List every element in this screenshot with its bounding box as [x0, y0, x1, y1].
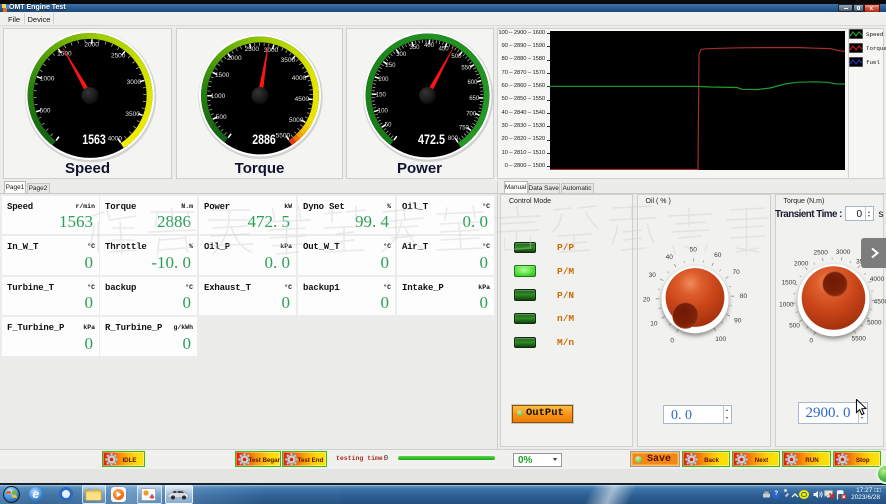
- svg-text:3000: 3000: [835, 249, 850, 256]
- svg-text:500: 500: [789, 323, 800, 330]
- svg-text:10: 10: [650, 321, 658, 328]
- svg-text:2000: 2000: [793, 261, 808, 268]
- svg-text:1000: 1000: [779, 302, 794, 309]
- svg-text:3000: 3000: [264, 47, 279, 54]
- svg-text:1000: 1000: [40, 76, 55, 83]
- svg-text:4000: 4000: [869, 276, 884, 283]
- svg-text:3000: 3000: [127, 79, 142, 86]
- svg-text:472.5: 472.5: [418, 131, 445, 147]
- svg-text:2886: 2886: [252, 131, 276, 147]
- svg-text:3500: 3500: [125, 111, 140, 118]
- svg-text:1500: 1500: [215, 72, 230, 79]
- svg-text:1563: 1563: [82, 131, 106, 147]
- svg-text:2000: 2000: [227, 55, 242, 62]
- svg-text:100: 100: [715, 336, 726, 343]
- svg-text:500: 500: [40, 107, 51, 114]
- svg-text:500: 500: [216, 114, 227, 121]
- svg-text:70: 70: [732, 269, 740, 276]
- svg-text:150: 150: [375, 93, 386, 99]
- svg-text:450: 450: [438, 46, 449, 52]
- svg-text:4000: 4000: [292, 75, 307, 82]
- svg-text:40: 40: [665, 254, 673, 261]
- svg-text:5500: 5500: [851, 336, 866, 343]
- svg-text:2500: 2500: [245, 46, 260, 53]
- svg-text:5500: 5500: [276, 133, 291, 140]
- svg-text:2500: 2500: [111, 53, 126, 60]
- svg-text:5000: 5000: [289, 117, 304, 124]
- svg-text:100: 100: [377, 108, 388, 114]
- svg-text:50: 50: [689, 246, 697, 253]
- svg-text:20: 20: [642, 297, 650, 304]
- svg-text:1500: 1500: [781, 279, 796, 286]
- svg-text:550: 550: [461, 66, 472, 72]
- svg-text:700: 700: [466, 112, 477, 118]
- svg-text:4000: 4000: [108, 136, 123, 143]
- svg-text:2500: 2500: [813, 250, 828, 257]
- svg-text:300: 300: [396, 52, 407, 58]
- svg-text:60: 60: [714, 252, 722, 259]
- svg-text:400: 400: [424, 43, 435, 49]
- svg-text:250: 250: [385, 63, 396, 69]
- svg-text:90: 90: [734, 318, 742, 325]
- svg-text:1000: 1000: [211, 93, 226, 100]
- svg-text:650: 650: [469, 96, 480, 102]
- svg-text:5000: 5000: [867, 320, 882, 327]
- svg-text:50: 50: [384, 123, 391, 129]
- svg-text:30: 30: [648, 272, 656, 279]
- svg-text:4500: 4500: [295, 96, 310, 103]
- svg-text:3500: 3500: [281, 57, 296, 64]
- svg-text:2000: 2000: [84, 42, 99, 49]
- svg-text:0: 0: [670, 338, 674, 345]
- svg-text:800: 800: [447, 136, 458, 142]
- svg-text:500: 500: [451, 54, 462, 60]
- svg-text:80: 80: [739, 293, 747, 300]
- svg-text:600: 600: [467, 80, 478, 86]
- svg-text:200: 200: [378, 77, 389, 83]
- svg-text:4500: 4500: [873, 298, 886, 305]
- svg-text:750: 750: [458, 125, 469, 131]
- svg-text:350: 350: [409, 45, 420, 51]
- svg-text:0: 0: [809, 337, 813, 344]
